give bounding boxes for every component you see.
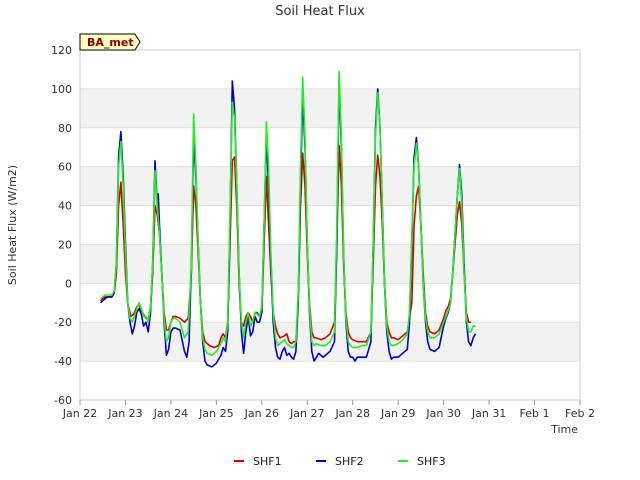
x-tick-label: Jan 30 — [425, 407, 460, 420]
x-tick-label: Feb 1 — [520, 407, 550, 420]
x-tick-label: Jan 25 — [198, 407, 233, 420]
grid-band — [80, 361, 580, 400]
y-tick-label: -20 — [54, 316, 72, 329]
x-tick-label: Jan 23 — [107, 407, 142, 420]
y-tick-label: 120 — [51, 44, 72, 57]
grid-band — [80, 88, 580, 128]
y-axis-label: Soil Heat Flux (W/m2) — [6, 165, 19, 285]
grid-band — [80, 244, 580, 284]
x-tick-label: Jan 22 — [62, 407, 97, 420]
y-tick-label: 100 — [51, 83, 72, 96]
y-axis-ticks: -60 -40 -20 0 20 40 60 80 100 120 — [51, 44, 72, 407]
x-tick-label: Feb 2 — [565, 407, 595, 420]
x-tick-label: Jan 24 — [153, 407, 188, 420]
y-tick-label: 60 — [58, 161, 72, 174]
legend: SHF1 SHF2 SHF3 — [234, 455, 446, 468]
x-tick-label: Jan 26 — [244, 407, 279, 420]
legend-label-shf3: SHF3 — [417, 455, 446, 468]
site-badge-label: BA_met — [87, 36, 134, 49]
y-tick-label: 0 — [65, 277, 72, 290]
y-tick-label: -60 — [54, 394, 72, 407]
y-tick-label: 20 — [58, 238, 72, 251]
grid-band — [80, 283, 580, 323]
x-tick-label: Jan 31 — [471, 407, 506, 420]
chart-title: Soil Heat Flux — [275, 4, 365, 19]
x-axis-label: Time — [550, 423, 578, 436]
x-tick-label: Jan 27 — [289, 407, 324, 420]
site-badge: BA_met — [79, 33, 141, 51]
legend-label-shf2: SHF2 — [335, 455, 364, 468]
x-tick-label: Jan 28 — [335, 407, 370, 420]
grid-band — [80, 50, 580, 89]
y-tick-label: 80 — [58, 122, 72, 135]
y-tick-label: -40 — [54, 355, 72, 368]
legend-label-shf1: SHF1 — [253, 455, 282, 468]
x-tick-label: Jan 29 — [380, 407, 415, 420]
x-axis-ticks: Jan 22 Jan 23 Jan 24 Jan 25 Jan 26 Jan 27 Jan … — [62, 400, 595, 420]
soil-heat-flux-chart: Soil Heat Flux -60-40-20020406080100120 … — [6, 4, 595, 468]
y-tick-label: 40 — [58, 200, 72, 213]
